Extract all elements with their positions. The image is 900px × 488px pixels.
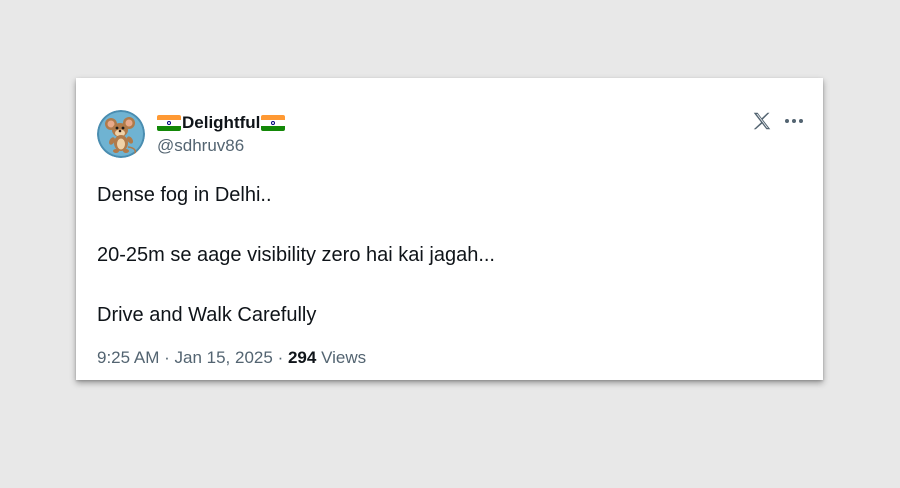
tweet-date[interactable]: Jan 15, 2025 xyxy=(175,348,273,367)
user-handle[interactable]: @sdhruv86 xyxy=(157,136,285,156)
tweet-top-actions xyxy=(751,110,805,132)
tweet-time[interactable]: 9:25 AM xyxy=(97,348,159,367)
tweet-author: Delightful @sdhruv86 xyxy=(157,112,286,156)
x-logo-icon[interactable] xyxy=(751,110,773,132)
views-count: 294 xyxy=(287,348,317,367)
more-options-icon[interactable] xyxy=(783,110,805,132)
views-label: Views xyxy=(321,348,367,367)
tweet-text-line: Drive and Walk Carefully xyxy=(97,304,317,326)
tweet-text-line: Dense fog in Delhi.. xyxy=(97,184,272,206)
display-name-row[interactable]: Delightful xyxy=(157,112,286,134)
tweet-card[interactable]: Delightful @sdhruv86 Dense fog in Delhi.… xyxy=(76,78,823,380)
meta-separator: · xyxy=(277,348,284,367)
avatar[interactable] xyxy=(97,110,145,158)
tweet-text: Dense fog in Delhi.. 20-25m se aage visi… xyxy=(97,180,495,330)
display-name[interactable]: Delightful xyxy=(182,113,260,133)
cartoon-mouse-avatar-icon xyxy=(97,110,145,158)
meta-separator: · xyxy=(164,348,170,367)
india-flag-icon xyxy=(261,115,286,131)
tweet-metadata: 9:25 AM · Jan 15, 2025 · 294 Views xyxy=(97,348,366,368)
india-flag-icon xyxy=(157,115,181,131)
tweet-text-line: 20-25m se aage visibility zero hai kai j… xyxy=(97,244,495,266)
